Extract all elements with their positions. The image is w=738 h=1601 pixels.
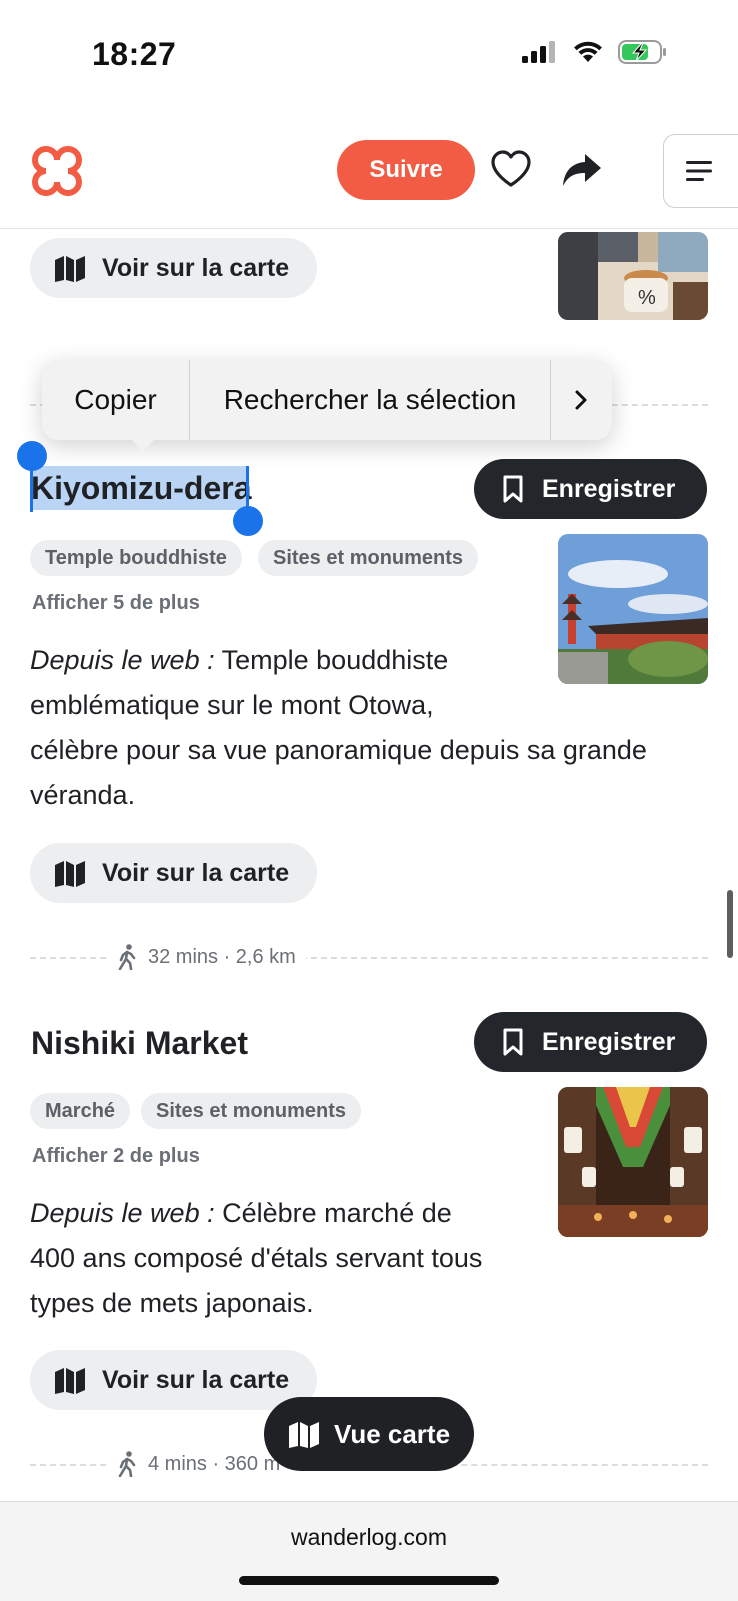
description-line: emblématique sur le mont Otowa,: [30, 690, 434, 720]
scrollbar[interactable]: [727, 890, 733, 958]
walking-distance-text: 32 mins · 2,6 km: [148, 945, 296, 968]
copy-menu-item[interactable]: Copier: [42, 360, 189, 440]
map-button-label: Voir sur la carte: [102, 253, 290, 282]
place-title[interactable]: Nishiki Market: [31, 1025, 248, 1062]
status-icons: [522, 40, 668, 64]
hamburger-icon: [686, 161, 712, 181]
menu-more-button[interactable]: [551, 360, 611, 440]
text-context-menu: Copier Rechercher la sélection: [42, 360, 612, 440]
description-line: 400 ans composé d'étals servant tous: [30, 1243, 483, 1273]
tag-chip[interactable]: Sites et monuments: [141, 1093, 362, 1129]
status-time: 18:27: [92, 36, 177, 72]
walking-distance: 32 mins · 2,6 km: [108, 944, 306, 970]
description-source: Depuis le web :: [30, 645, 215, 675]
map-icon: [288, 1422, 319, 1448]
save-button[interactable]: Enregistrer: [474, 459, 708, 519]
signal-icon: [522, 41, 555, 63]
tag-chip[interactable]: Sites et monuments: [258, 540, 479, 576]
description-line: types de mets japonais.: [30, 1288, 314, 1318]
heart-icon[interactable]: [490, 150, 532, 188]
place-title[interactable]: Kiyomizu-dera: [31, 470, 251, 507]
description-line: célèbre pour sa vue panoramique depuis s…: [30, 735, 647, 765]
selection-end-handle[interactable]: [233, 506, 263, 536]
bookmark-icon: [503, 1028, 523, 1056]
description-line: Temple bouddhiste: [221, 645, 449, 675]
description-line: Célèbre marché de: [222, 1198, 452, 1228]
menu-button[interactable]: [663, 134, 738, 208]
map-button-previous[interactable]: Voir sur la carte: [30, 238, 318, 298]
map-button-label: Voir sur la carte: [102, 858, 290, 887]
selection-start-handle[interactable]: [17, 441, 47, 471]
tag-chip[interactable]: Temple bouddhiste: [30, 540, 242, 576]
place-description: Depuis le web : Célèbre marché de 400 an…: [30, 1191, 550, 1326]
save-button-label: Enregistrer: [542, 1027, 676, 1056]
wifi-icon: [574, 41, 602, 62]
wanderlog-logo-icon[interactable]: [30, 144, 84, 198]
svg-text:%: %: [638, 287, 656, 309]
browser-toolbar: [0, 1501, 738, 1601]
map-icon: [55, 256, 85, 282]
home-indicator[interactable]: [239, 1576, 499, 1585]
map-icon: [55, 1368, 85, 1394]
place-image-cafe[interactable]: %: [558, 232, 708, 320]
map-button[interactable]: Voir sur la carte: [30, 843, 318, 903]
description-source: Depuis le web :: [30, 1198, 215, 1228]
walking-icon: [118, 1451, 136, 1477]
map-button-label: Voir sur la carte: [102, 1365, 290, 1394]
description-line: véranda.: [30, 780, 136, 810]
battery-icon: [618, 40, 666, 64]
save-button[interactable]: Enregistrer: [474, 1012, 708, 1072]
walking-icon: [118, 944, 136, 970]
menu-pointer: [130, 438, 156, 451]
address-bar[interactable]: wanderlog.com: [0, 1524, 738, 1551]
walking-distance: 4 mins · 360 m: [108, 1451, 291, 1477]
map-view-label: Vue carte: [333, 1418, 451, 1449]
chevron-right-icon: [575, 390, 587, 410]
walking-distance-text: 4 mins · 360 m: [148, 1452, 281, 1475]
bookmark-icon: [503, 475, 523, 503]
map-button[interactable]: Voir sur la carte: [30, 1350, 318, 1410]
place-image-market[interactable]: [558, 1087, 708, 1237]
save-button-label: Enregistrer: [542, 474, 676, 503]
place-image-temple[interactable]: [558, 534, 708, 684]
share-icon[interactable]: [561, 152, 603, 188]
show-more-link[interactable]: Afficher 5 de plus: [32, 592, 200, 615]
search-selection-menu-item[interactable]: Rechercher la sélection: [190, 360, 550, 440]
show-more-link[interactable]: Afficher 2 de plus: [32, 1145, 200, 1168]
map-view-button[interactable]: Vue carte: [264, 1397, 474, 1471]
map-icon: [55, 861, 85, 887]
tag-chip[interactable]: Marché: [30, 1093, 131, 1129]
follow-button[interactable]: Suivre: [337, 140, 475, 200]
